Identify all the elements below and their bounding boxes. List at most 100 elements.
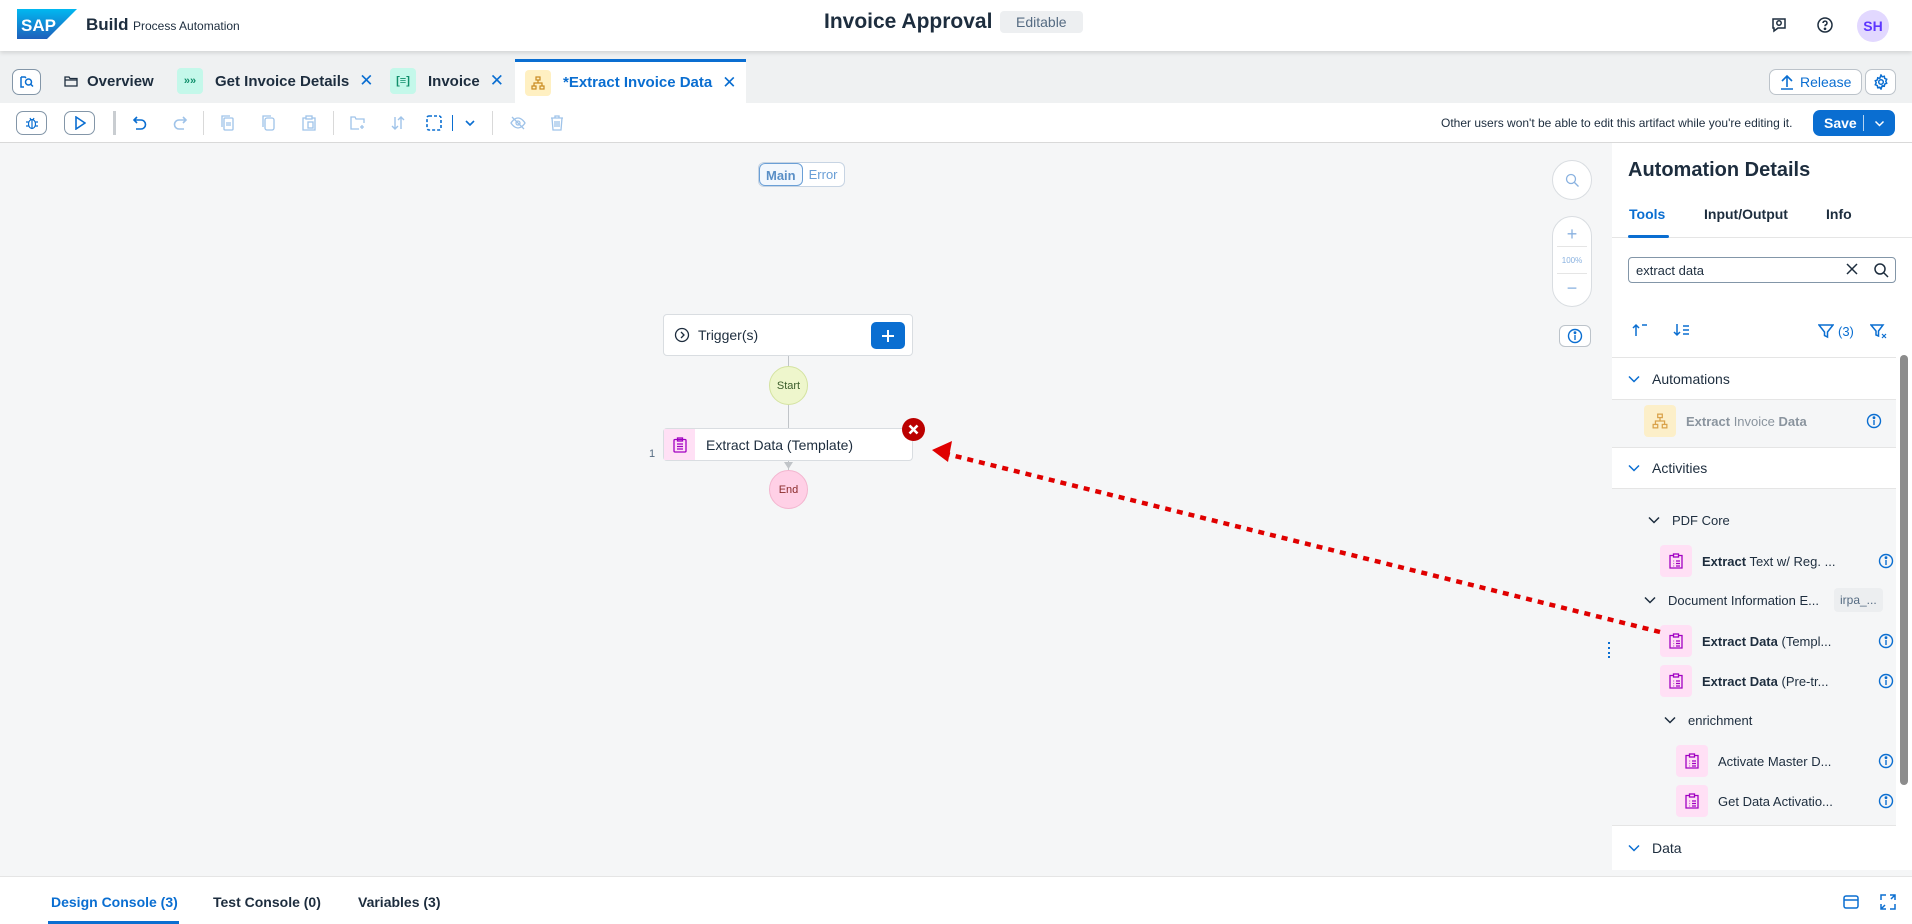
copy-button[interactable]	[217, 112, 239, 134]
zoom-level-dropdown[interactable]: 100%	[1553, 250, 1591, 270]
panel-resize-handle[interactable]	[1608, 642, 1611, 658]
sort-list-icon[interactable]	[1672, 323, 1690, 340]
trigger-node[interactable]: Trigger(s)	[663, 314, 913, 356]
package-tag: irpa_...	[1834, 588, 1883, 612]
status-badge: Editable	[1000, 11, 1083, 33]
tab-info[interactable]: Info	[1826, 206, 1852, 222]
chevron-down-icon	[1628, 844, 1640, 852]
search-artifact-icon	[19, 76, 34, 88]
feedback-icon[interactable]	[1768, 14, 1790, 36]
duplicate-button[interactable]	[258, 112, 280, 134]
tool-item-activate-master-data[interactable]: Activate Master D...	[1676, 741, 1896, 781]
chevron-down-icon	[1644, 596, 1656, 604]
tool-item-get-data-activation[interactable]: Get Data Activatio...	[1676, 781, 1896, 821]
save-button[interactable]: Save	[1813, 110, 1895, 136]
info-icon	[1567, 328, 1583, 344]
tab-overview[interactable]: Overview	[64, 59, 154, 103]
group-label: enrichment	[1688, 712, 1753, 728]
add-group-button[interactable]	[347, 112, 369, 134]
clipboard-list-icon	[1660, 665, 1692, 697]
redo-button[interactable]	[169, 112, 191, 134]
tab-invoice[interactable]: [≡] Invoice ✕	[390, 59, 504, 103]
close-icon[interactable]: ✕	[490, 71, 504, 91]
info-icon[interactable]	[1878, 793, 1894, 812]
tool-item-extract-text[interactable]: Extract Text w/ Reg. ...	[1660, 541, 1896, 581]
tab-design-console[interactable]: Design Console (3)	[51, 894, 178, 910]
select-button[interactable]	[423, 112, 445, 134]
tab-get-invoice-details[interactable]: »» Get Invoice Details ✕	[177, 59, 373, 103]
search-icon[interactable]	[1873, 262, 1889, 281]
view-error-button[interactable]: Error	[803, 163, 844, 186]
group-label: PDF Core	[1672, 512, 1730, 528]
info-icon[interactable]	[1866, 413, 1882, 432]
sort-ascending-icon[interactable]	[1631, 323, 1649, 340]
debug-button[interactable]	[16, 111, 47, 135]
automation-canvas[interactable]: Main Error Trigger(s) Start 1 Extract Da…	[0, 143, 1611, 870]
delete-button[interactable]	[546, 112, 568, 134]
tab-extract-invoice-data[interactable]: *Extract Invoice Data ✕	[515, 59, 747, 103]
clear-search-icon[interactable]	[1845, 262, 1859, 279]
expand-icon[interactable]	[1879, 893, 1897, 911]
connector	[788, 356, 789, 366]
release-button[interactable]: Release	[1769, 69, 1863, 95]
info-icon[interactable]	[1878, 553, 1894, 572]
panel-scrollbar[interactable]	[1900, 355, 1908, 785]
zoom-out-button[interactable]: −	[1553, 277, 1591, 299]
clear-filter-icon[interactable]	[1869, 323, 1888, 342]
activity-node-extract-data[interactable]: Extract Data (Template)	[663, 428, 913, 461]
zoom-level: 100%	[1561, 255, 1583, 265]
tab-tools[interactable]: Tools	[1629, 206, 1665, 222]
hide-button[interactable]	[507, 112, 529, 134]
settings-button[interactable]	[1865, 69, 1896, 95]
save-dropdown[interactable]	[1864, 120, 1895, 127]
folder-icon	[64, 75, 78, 87]
section-label: Activities	[1652, 460, 1708, 476]
tab-variables[interactable]: Variables (3)	[358, 894, 441, 910]
group-document-information-extraction[interactable]: Document Information E... irpa_...	[1644, 584, 1894, 616]
section-activities[interactable]: Activities	[1612, 447, 1896, 489]
tool-item-label: Extract Text w/ Reg. ...	[1702, 553, 1836, 569]
tool-item-label: Extract Data (Templ...	[1702, 633, 1832, 649]
run-button[interactable]	[64, 111, 95, 135]
paste-button[interactable]	[298, 112, 320, 134]
info-icon[interactable]	[1878, 673, 1894, 692]
section-automations[interactable]: Automations	[1612, 358, 1896, 400]
clipboard-icon	[664, 429, 695, 460]
editor-toolbar: Other users won't be able to edit this a…	[0, 103, 1912, 143]
add-trigger-button[interactable]	[871, 322, 905, 349]
undo-button[interactable]	[129, 112, 151, 134]
play-icon	[74, 116, 86, 130]
group-pdf-core[interactable]: PDF Core	[1648, 504, 1730, 536]
info-icon[interactable]	[1878, 633, 1894, 652]
clipboard-list-icon	[1660, 545, 1692, 577]
clipboard-list-icon	[1660, 625, 1692, 657]
tool-item-extract-invoice-data[interactable]: Extract Invoice Data	[1644, 401, 1896, 441]
active-tab-indicator	[1628, 235, 1669, 238]
section-data[interactable]: Data	[1612, 825, 1896, 870]
zoom-in-button[interactable]: +	[1553, 223, 1591, 245]
error-icon[interactable]	[902, 418, 925, 441]
close-icon[interactable]: ✕	[359, 71, 373, 91]
tab-test-console[interactable]: Test Console (0)	[213, 894, 321, 910]
sort-button[interactable]	[387, 112, 409, 134]
view-main-button[interactable]: Main	[759, 163, 803, 186]
filter-button[interactable]: (3)	[1818, 323, 1854, 339]
avatar[interactable]: SH	[1857, 10, 1889, 42]
group-enrichment[interactable]: enrichment	[1664, 704, 1752, 736]
sap-logo[interactable]: SAP	[17, 9, 77, 39]
info-icon[interactable]	[1878, 753, 1894, 772]
select-dropdown-button[interactable]	[459, 112, 481, 134]
close-icon[interactable]: ✕	[722, 73, 736, 93]
tab-input-output[interactable]: Input/Output	[1704, 206, 1788, 222]
panel-layout-icon[interactable]	[1842, 893, 1860, 911]
group-label: Document Information E...	[1668, 592, 1820, 608]
help-icon[interactable]	[1814, 14, 1836, 36]
search-icon	[1565, 173, 1579, 187]
canvas-info-button[interactable]	[1559, 325, 1591, 347]
tool-search-input[interactable]: extract data	[1628, 257, 1896, 283]
tool-item-extract-data-pretrained[interactable]: Extract Data (Pre-tr...	[1660, 661, 1896, 701]
search-artifacts-button[interactable]	[12, 69, 41, 95]
tool-item-extract-data-template[interactable]: Extract Data (Templ...	[1660, 621, 1896, 661]
canvas-search-button[interactable]	[1552, 160, 1592, 200]
chevron-down-icon	[1648, 516, 1660, 524]
